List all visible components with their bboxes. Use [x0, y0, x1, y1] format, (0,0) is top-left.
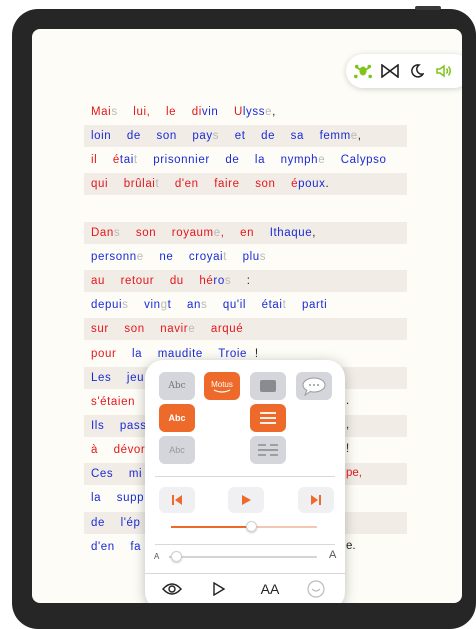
word-segment: Ces mi	[91, 468, 143, 481]
word-segment: g	[160, 299, 168, 312]
word-segment: depui	[91, 299, 123, 312]
panel-divider	[155, 544, 335, 545]
text-line: loin de son pays et de sa femme,	[84, 125, 407, 148]
serif-font-tile[interactable]: Abc	[159, 372, 195, 400]
word-segment: la supp	[91, 492, 145, 505]
word-segment: ro	[213, 275, 225, 288]
speech-bubble-icon[interactable]	[296, 372, 332, 400]
text-line: qui brûlait d'en faire son époux.	[84, 173, 407, 196]
word-segment: e	[350, 130, 358, 143]
previous-button[interactable]	[159, 487, 195, 513]
word-segment: tai	[119, 154, 134, 167]
word-segment: Ithaque	[269, 226, 313, 239]
word-segment: d'en fa	[91, 540, 142, 553]
size-knob[interactable]	[171, 551, 183, 562]
text-line: sur son navire arqué	[84, 318, 407, 341]
outline-abc-tile[interactable]: Abc	[159, 436, 195, 464]
frog-icon[interactable]	[354, 62, 372, 80]
word-segment: ne croyai	[143, 250, 224, 263]
text-line: Dans son royaume, en Ithaque,	[84, 221, 407, 244]
motus-tile[interactable]: Motus	[204, 372, 240, 400]
word-segment: ,	[312, 226, 317, 239]
word-segment: d'en faire son é	[159, 178, 299, 191]
word-segment: vin	[201, 106, 219, 118]
word-segment: ,	[357, 130, 362, 143]
text-fragment: !	[346, 443, 350, 456]
word-segment: qu'il é	[207, 299, 269, 312]
word-segment: son royaum	[120, 226, 214, 239]
word-segment: à dévor	[91, 444, 146, 457]
font-size-button[interactable]: AA	[256, 578, 284, 600]
color-abc-tile[interactable]: Abc	[159, 404, 195, 432]
smiley-icon[interactable]	[305, 578, 327, 600]
next-button[interactable]	[298, 487, 334, 513]
word-segment: pour	[91, 347, 133, 360]
size-small-label: A	[154, 552, 160, 561]
bowtie-icon[interactable]	[381, 62, 399, 80]
word-segment: s	[259, 250, 267, 263]
word-segment: :	[231, 275, 251, 288]
word-segment: lui, le di	[117, 106, 202, 118]
word-segment: poux	[298, 178, 326, 191]
word-segment: Mai	[91, 106, 112, 118]
word-segment: U	[218, 106, 243, 118]
reader-toolbar	[346, 54, 462, 88]
word-segment: lyss	[242, 106, 266, 118]
word-segment: il é	[91, 154, 120, 167]
word-segment: loin de son pay	[91, 130, 213, 143]
text-fragment: .	[346, 394, 350, 407]
panel-divider	[155, 476, 335, 477]
word-segment: , en	[220, 226, 270, 239]
word-segment: Les jeu	[91, 371, 145, 384]
text-fragment: pe,	[346, 467, 362, 480]
speed-fill	[171, 526, 252, 528]
lines-menu-icon[interactable]	[250, 404, 286, 432]
word-segment: tai	[268, 299, 283, 312]
spaced-lines-icon[interactable]	[250, 436, 286, 464]
text-line: Mais lui, le divin Ulysse,	[84, 101, 407, 123]
word-segment: vin	[128, 299, 161, 312]
word-segment: Ils pass	[91, 419, 147, 432]
reading-options-panel: Abc Motus Abc Abc A A AA	[145, 360, 345, 603]
word-segment: qui brûlai	[91, 178, 156, 191]
speed-knob[interactable]	[246, 521, 258, 532]
word-segment: Calypso	[325, 154, 387, 167]
word-segment: arqué	[195, 323, 244, 336]
text-line: il était prisonnier de la nymphe Calypso	[84, 149, 407, 171]
hardware-button	[415, 6, 441, 10]
play-button[interactable]	[228, 487, 264, 513]
word-segment: parti	[286, 299, 328, 312]
word-segment: personn	[91, 250, 137, 263]
word-segment: ,	[272, 106, 276, 118]
word-segment: Dan	[91, 226, 114, 239]
word-segment: la maudite Troie	[132, 347, 248, 360]
word-segment: !	[247, 347, 259, 360]
eye-icon[interactable]	[161, 578, 183, 600]
word-segment: t an	[167, 299, 201, 312]
reader-screen: Mais lui, le divin Ulysse, loin de son pa…	[32, 29, 462, 603]
word-segment: s'étaien	[91, 395, 136, 408]
text-line: au retour du héros :	[84, 270, 407, 293]
size-large-label: A	[329, 549, 337, 561]
word-segment: au retour du hé	[91, 275, 214, 288]
play-outline-icon[interactable]	[208, 578, 230, 600]
word-segment: sur son navir	[91, 323, 189, 336]
size-track	[169, 556, 317, 558]
word-segment: e	[213, 226, 221, 239]
text-line: personne ne croyait plus	[84, 246, 407, 268]
word-segment: prisonnier de la nymph	[137, 154, 319, 167]
word-segment: et de sa femm	[219, 130, 351, 143]
block-tile[interactable]	[250, 372, 286, 400]
moon-icon[interactable]	[408, 62, 426, 80]
text-fragment: ,	[346, 418, 350, 431]
text-line: depuis vingt ans qu'il était parti	[84, 294, 407, 316]
word-segment: de l'ép	[91, 516, 141, 529]
word-segment: e	[136, 250, 144, 263]
word-segment: plu	[227, 250, 260, 263]
panel-divider	[145, 573, 345, 574]
text-fragment: e.	[346, 539, 356, 552]
speaker-icon[interactable]	[435, 62, 453, 80]
word-segment: .	[325, 178, 330, 191]
